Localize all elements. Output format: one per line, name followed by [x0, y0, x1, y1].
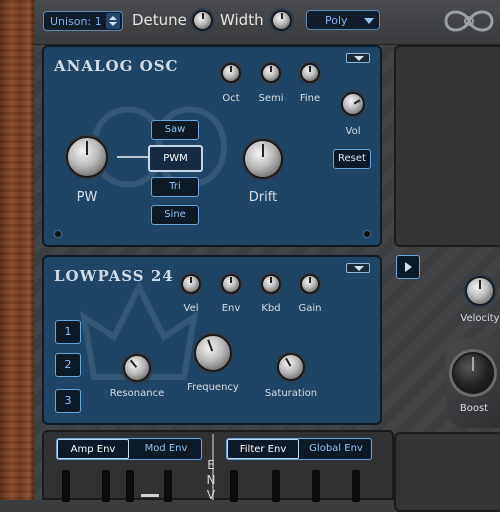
envelope-section: Amp Env Mod Env Filter Env Global Env: [42, 430, 394, 502]
pw-label: PW: [76, 190, 98, 205]
boost-label: Boost: [459, 403, 489, 414]
lowpass-title: LOWPASS 24: [54, 267, 174, 285]
voice-mode-select[interactable]: Poly: [306, 10, 380, 30]
unison-value: Unison: 1: [50, 15, 102, 28]
pw-knob[interactable]: [66, 136, 108, 178]
vel-label: Vel: [183, 303, 199, 314]
tab-global-env[interactable]: Global Env: [301, 439, 371, 459]
fine-knob[interactable]: [300, 63, 320, 83]
panel-screw: [54, 230, 62, 238]
frequency-knob[interactable]: [194, 334, 232, 372]
drift-knob[interactable]: [243, 139, 283, 179]
celtic-knot-logo-icon: [444, 10, 494, 32]
oct-knob[interactable]: [221, 63, 241, 83]
fine-label: Fine: [299, 93, 321, 104]
saturation-label: Saturation: [264, 388, 318, 399]
envelope-fader[interactable]: [352, 470, 360, 502]
reset-button[interactable]: Reset: [333, 149, 371, 169]
width-knob[interactable]: [271, 10, 292, 31]
filter-slot-3-button[interactable]: 3: [55, 389, 81, 413]
filter-menu-button[interactable]: [346, 263, 370, 273]
oct-label: Oct: [222, 93, 240, 104]
expand-arrow-button[interactable]: [396, 255, 420, 279]
filter-slot-1-button[interactable]: 1: [55, 320, 81, 344]
play-arrow-icon: [405, 262, 412, 272]
filter-slot-2-button[interactable]: 2: [55, 353, 81, 377]
frequency-label: Frequency: [187, 382, 239, 393]
gain-knob[interactable]: [300, 274, 320, 294]
panel-screw: [363, 230, 371, 238]
chevron-down-icon: [364, 18, 374, 24]
envelope-fader[interactable]: [126, 470, 134, 502]
vol-label: Vol: [345, 126, 361, 137]
gain-label: Gain: [298, 303, 322, 314]
env-vertical-label: ENV: [204, 458, 218, 503]
vel-knob[interactable]: [181, 274, 201, 294]
fader-handle[interactable]: [141, 494, 159, 497]
envelope-tabs-right: Filter Env Global Env: [226, 438, 372, 460]
drift-label: Drift: [248, 190, 278, 205]
lowpass-filter-panel: LOWPASS 24 Vel Env Kbd Gain 1 2 3 Resona…: [42, 255, 382, 425]
envelope-fader[interactable]: [164, 470, 172, 502]
unison-selector[interactable]: Unison: 1: [43, 11, 123, 31]
right-lower-panel: [394, 432, 500, 512]
kbd-knob[interactable]: [261, 274, 281, 294]
velocity-label: Velocity: [460, 313, 500, 324]
boost-knob[interactable]: [452, 352, 494, 394]
analog-osc-panel: ANALOG OSC Oct Semi Fine Vol PW Saw PWM …: [42, 45, 382, 247]
tab-amp-env[interactable]: Amp Env: [57, 439, 129, 459]
detune-knob[interactable]: [192, 10, 213, 31]
unison-stepper[interactable]: [106, 13, 120, 29]
saturation-knob[interactable]: [277, 353, 305, 381]
width-label: Width: [220, 11, 264, 29]
semi-knob[interactable]: [261, 63, 281, 83]
env-vertical-text: ENV: [206, 458, 216, 502]
envelope-fader[interactable]: [230, 470, 238, 502]
tab-mod-env[interactable]: Mod Env: [131, 439, 201, 459]
envelope-tabs-left: Amp Env Mod Env: [56, 438, 202, 460]
waveform-pwm-button[interactable]: PWM: [148, 145, 203, 172]
analog-osc-title: ANALOG OSC: [54, 57, 179, 75]
kbd-label: Kbd: [261, 303, 281, 314]
osc-menu-button[interactable]: [346, 53, 370, 63]
wood-side-panel: [0, 0, 34, 500]
detune-label: Detune: [132, 11, 187, 29]
waveform-sine-button[interactable]: Sine: [151, 205, 199, 225]
resonance-knob[interactable]: [123, 354, 151, 382]
env-knob[interactable]: [221, 274, 241, 294]
env-label: Env: [221, 303, 241, 314]
semi-label: Semi: [258, 93, 284, 104]
waveform-tri-button[interactable]: Tri: [151, 177, 199, 197]
envelope-fader[interactable]: [102, 470, 110, 502]
stepper-arrows-icon: [109, 16, 117, 26]
top-bar: Unison: 1 Detune Width Poly: [34, 0, 500, 45]
envelope-fader[interactable]: [272, 470, 280, 502]
right-display-panel: [394, 45, 500, 247]
envelope-fader[interactable]: [62, 470, 70, 502]
resonance-label: Resonance: [109, 388, 165, 399]
velocity-knob[interactable]: [465, 276, 495, 306]
waveform-saw-button[interactable]: Saw: [151, 120, 199, 140]
vol-knob[interactable]: [341, 92, 365, 116]
envelope-fader[interactable]: [312, 470, 320, 502]
voice-mode-value: Poly: [325, 14, 348, 27]
tab-filter-env[interactable]: Filter Env: [227, 439, 299, 459]
